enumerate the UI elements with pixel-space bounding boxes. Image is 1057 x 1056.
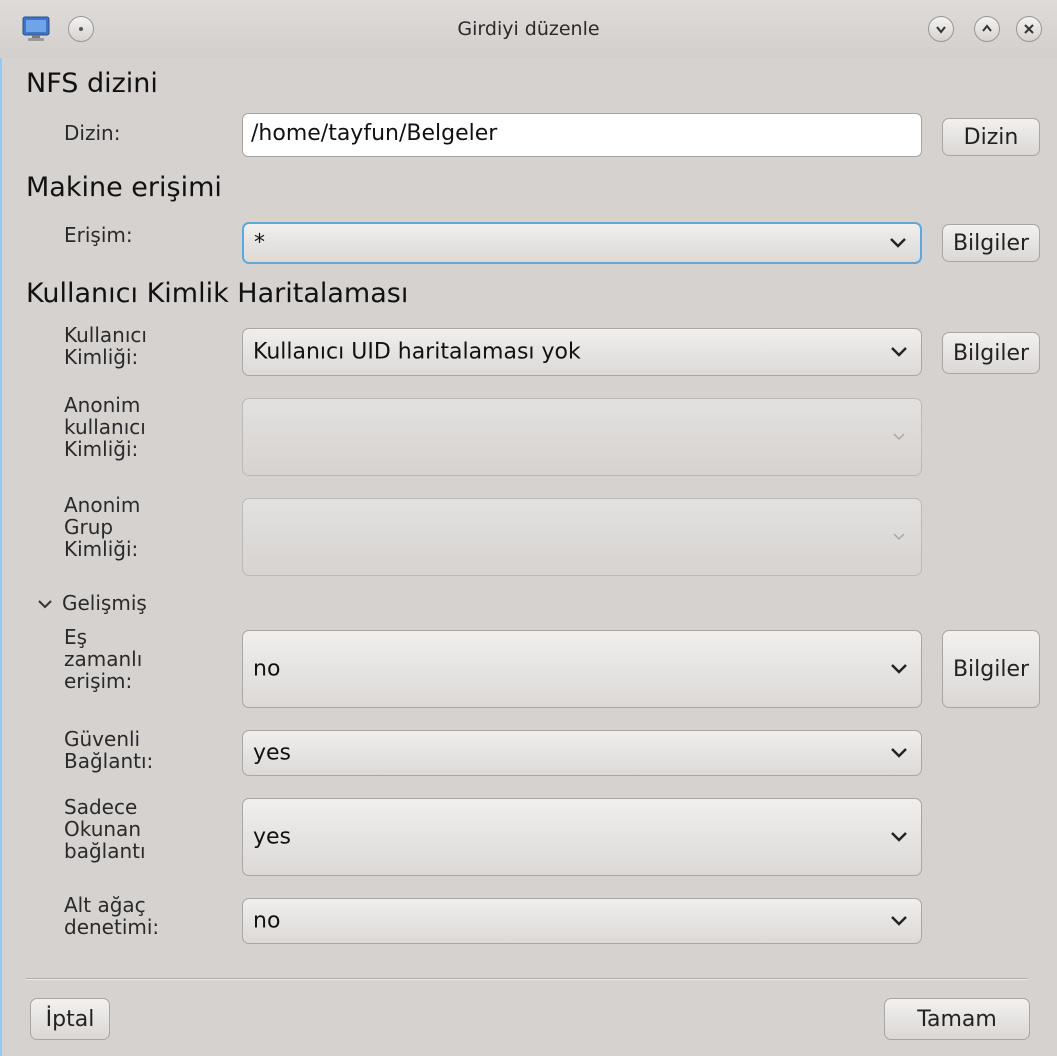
window-title: Girdiyi düzenle xyxy=(457,18,600,40)
secure-combo[interactable]: yes xyxy=(242,730,922,776)
subtree-label: Alt ağaç denetimi: xyxy=(64,893,160,939)
sync-value: no xyxy=(253,656,281,682)
section-nfs-title: NFS dizini xyxy=(26,68,158,99)
readonly-value: yes xyxy=(253,824,292,850)
advanced-label: Gelişmiş xyxy=(62,591,147,615)
chevron-down-icon xyxy=(38,599,52,608)
uid-info-button[interactable]: Bilgiler xyxy=(942,332,1040,374)
dir-label: Dizin: xyxy=(64,121,121,145)
sync-info-button[interactable]: Bilgiler xyxy=(942,630,1040,708)
readonly-label: Sadece Okunan bağlantı xyxy=(64,795,146,863)
chevron-down-icon xyxy=(891,916,907,926)
maximize-button[interactable] xyxy=(974,16,1000,42)
chevron-down-icon xyxy=(891,664,907,674)
close-icon xyxy=(1024,24,1034,34)
chevron-down-icon xyxy=(891,347,907,357)
dir-browse-button[interactable]: Dizin xyxy=(942,118,1040,156)
access-value: * xyxy=(254,230,265,256)
anon-gid-label: Anonim Grup Kimliği: xyxy=(64,493,141,561)
advanced-expander[interactable]: Gelişmiş xyxy=(36,591,147,615)
close-button[interactable] xyxy=(1016,16,1042,42)
access-label: Erişim: xyxy=(64,223,133,247)
uid-combo[interactable]: Kullanıcı UID haritalaması yok xyxy=(242,328,922,376)
anon-uid-combo[interactable] xyxy=(242,398,922,476)
anon-gid-combo[interactable] xyxy=(242,498,922,576)
access-info-button[interactable]: Bilgiler xyxy=(942,224,1040,262)
sync-label: Eş zamanlı erişim: xyxy=(64,625,143,693)
subtree-combo[interactable]: no xyxy=(242,898,922,944)
subtree-value: no xyxy=(253,908,281,934)
footer-separator xyxy=(26,978,1028,979)
chevron-up-icon xyxy=(982,24,992,32)
anon-uid-label: Anonim kullanıcı Kimliği: xyxy=(64,393,146,461)
ok-button[interactable]: Tamam xyxy=(884,998,1030,1040)
section-mapping-title: Kullanıcı Kimlik Haritalaması xyxy=(26,278,409,309)
secure-value: yes xyxy=(253,740,292,766)
chevron-down-icon xyxy=(936,26,946,34)
chevron-down-icon xyxy=(891,748,907,758)
uid-label: Kullanıcı Kimliği: xyxy=(64,323,147,369)
readonly-combo[interactable]: yes xyxy=(242,798,922,876)
chevron-down-icon xyxy=(891,832,907,842)
chevron-down-icon xyxy=(893,433,905,441)
cancel-button[interactable]: İptal xyxy=(30,998,110,1040)
dir-input[interactable]: /home/tayfun/Belgeler xyxy=(242,113,922,157)
uid-value: Kullanıcı UID haritalaması yok xyxy=(253,339,581,365)
chevron-down-icon xyxy=(890,238,906,248)
minimize-button[interactable] xyxy=(928,16,954,42)
section-access-title: Makine erişimi xyxy=(26,172,222,203)
access-combo[interactable]: * xyxy=(242,222,922,264)
edit-entry-dialog: Girdiyi düzenle NFS dizini Dizin: /home/… xyxy=(0,0,1057,1056)
secure-label: Güvenli Bağlantı: xyxy=(64,727,154,773)
title-bar[interactable]: Girdiyi düzenle xyxy=(0,0,1057,58)
chevron-down-icon xyxy=(893,533,905,541)
sync-combo[interactable]: no xyxy=(242,630,922,708)
